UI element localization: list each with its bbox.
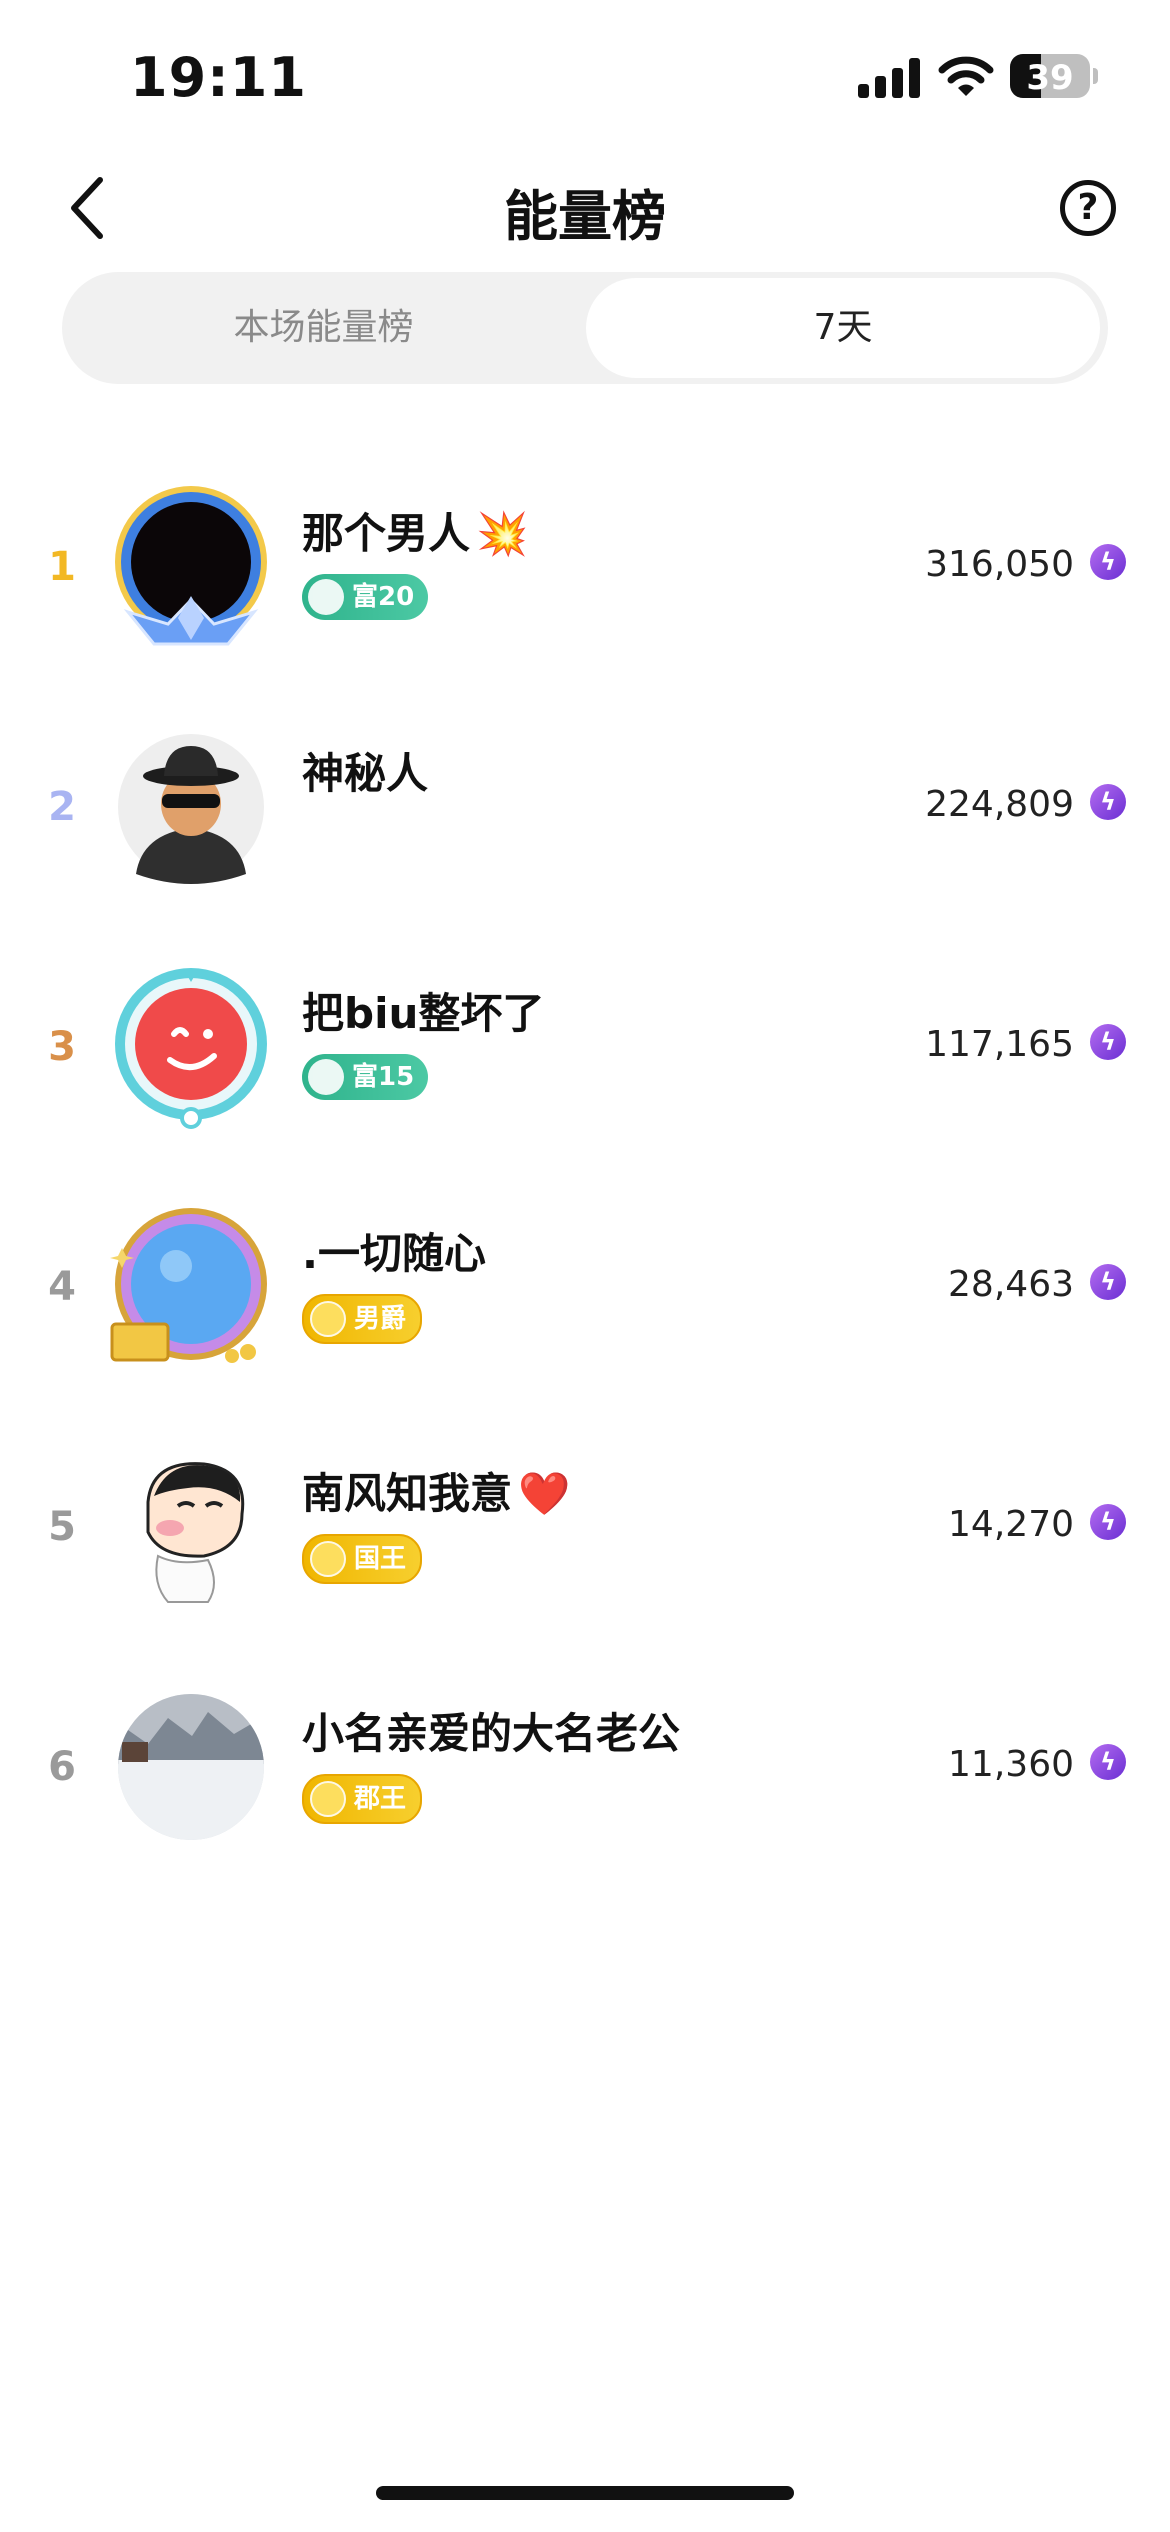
question-circle-icon: ? <box>1077 187 1099 228</box>
level-triangle-icon <box>308 579 344 615</box>
user-name: .一切随心 <box>302 1229 486 1278</box>
lightning-icon: ϟ <box>1090 1024 1126 1060</box>
rank-number: 4 <box>48 1264 76 1310</box>
battery-terminal <box>1093 68 1098 84</box>
home-indicator[interactable] <box>376 2486 794 2500</box>
energy-score: 11,360 <box>948 1744 1074 1785</box>
avatar-frame <box>110 1208 267 1363</box>
explosion-emoji: 💥 <box>476 509 529 558</box>
list-item[interactable]: 1 那个男人 💥 富20 316,050 ϟ <box>0 470 1170 670</box>
energy-score: 224,809 <box>925 784 1074 825</box>
list-item[interactable]: 6 小名亲爱的大名老公 郡王 11,360 ϟ <box>0 1670 1170 1870</box>
heart-emoji: ❤️ <box>518 1469 571 1518</box>
tab-7-days[interactable]: 7天 <box>586 278 1100 378</box>
avatar-frame <box>115 968 267 1129</box>
rank-number: 6 <box>48 1744 76 1790</box>
energy-score: 117,165 <box>925 1024 1074 1065</box>
rank-number: 3 <box>48 1024 76 1070</box>
user-name: 南风知我意 ❤️ <box>302 1469 571 1518</box>
mystery-person-avatar <box>118 734 264 884</box>
lightning-icon: ϟ <box>1090 1744 1126 1780</box>
help-button[interactable]: ? <box>1060 180 1116 236</box>
battery-icon: 39 <box>1010 54 1090 98</box>
list-item[interactable]: 3 把biu整坏了 富15 117,165 ϟ <box>0 950 1170 1150</box>
lightning-icon: ϟ <box>1090 1504 1126 1540</box>
avatar[interactable] <box>108 484 274 650</box>
noble-rank-badge: 男爵 <box>302 1294 423 1344</box>
avatar[interactable] <box>108 964 274 1130</box>
snow-scene-avatar <box>118 1694 264 1840</box>
energy-score: 316,050 <box>925 544 1074 585</box>
user-name: 那个男人 💥 <box>302 509 529 558</box>
wifi-icon <box>938 56 994 96</box>
tab-current-session[interactable]: 本场能量榜 <box>62 272 585 384</box>
avatar[interactable] <box>108 724 274 890</box>
status-bar: 19:11 39 <box>0 0 1170 150</box>
list-item[interactable]: 4 .一切随心 男爵 28,463 ϟ <box>0 1190 1170 1390</box>
avatar[interactable] <box>108 1684 274 1850</box>
ranking-tabs: 本场能量榜 7天 <box>62 272 1108 384</box>
energy-score: 14,270 <box>948 1504 1074 1545</box>
diamond-medal-icon <box>310 1301 346 1337</box>
diamond-medal-icon <box>310 1781 346 1817</box>
level-triangle-icon <box>308 1059 344 1095</box>
diamond-medal-icon <box>310 1541 346 1577</box>
lightning-icon: ϟ <box>1090 1264 1126 1300</box>
cartoon-boy-avatar <box>146 1462 245 1603</box>
avatar-frame <box>115 486 267 646</box>
wealth-level-badge: 富15 <box>302 1054 429 1100</box>
battery-percent: 39 <box>1026 58 1074 98</box>
wealth-level-badge: 富20 <box>302 574 429 620</box>
list-item[interactable]: 5 南风知我意 ❤️ 国王 14,270 ϟ <box>0 1430 1170 1630</box>
page-title: 能量榜 <box>504 185 666 248</box>
user-name: 把biu整坏了 <box>302 989 545 1038</box>
list-item[interactable]: 2 神秘人 224,809 ϟ <box>0 710 1170 910</box>
user-name: 小名亲爱的大名老公 <box>302 1709 681 1758</box>
rank-number: 2 <box>48 784 76 830</box>
rank-number: 5 <box>48 1504 76 1550</box>
lightning-icon: ϟ <box>1090 544 1126 580</box>
energy-score: 28,463 <box>948 1264 1074 1305</box>
avatar[interactable] <box>108 1444 274 1610</box>
user-name: 神秘人 <box>302 749 429 798</box>
avatar[interactable] <box>108 1204 274 1370</box>
noble-rank-badge: 郡王 <box>302 1774 423 1824</box>
status-time: 19:11 <box>130 46 307 109</box>
rank-number: 1 <box>48 544 76 590</box>
cellular-signal-icon <box>858 58 920 98</box>
lightning-icon: ϟ <box>1090 784 1126 820</box>
noble-rank-badge: 国王 <box>302 1534 423 1584</box>
